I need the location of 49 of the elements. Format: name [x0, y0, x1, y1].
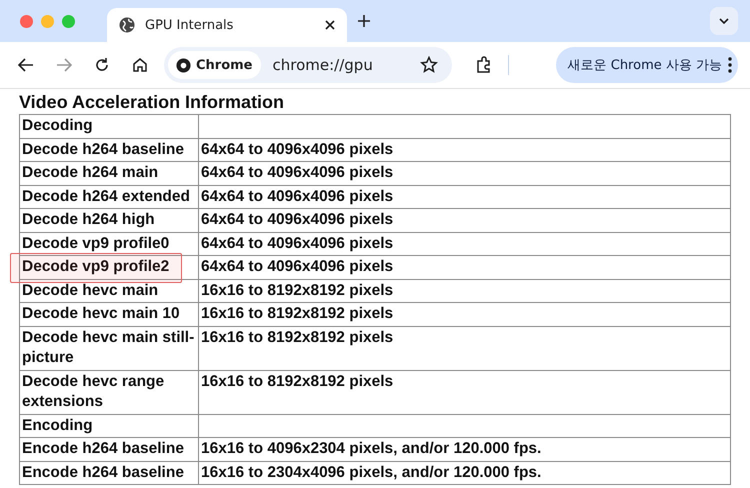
- address-bar[interactable]: Chrome chrome://gpu: [164, 47, 452, 83]
- table-cell: Decode hevc main 10: [20, 302, 198, 326]
- table-cell: Encode h264 baseline: [20, 438, 198, 461]
- close-window-icon: [20, 14, 33, 28]
- table-cell: 64x64 to 4096x4096 pixels: [198, 208, 730, 232]
- minimize-window-icon: [41, 14, 54, 28]
- table-cell: 64x64 to 4096x4096 pixels: [198, 138, 730, 162]
- bookmark-star-icon[interactable]: [420, 56, 438, 74]
- puzzle-piece-icon: [475, 56, 493, 74]
- chrome-logo-icon: [176, 58, 191, 72]
- table-cell: 64x64 to 4096x4096 pixels: [198, 162, 730, 185]
- table-cell: Encode h264 baseline: [20, 461, 198, 484]
- more-menu-icon: [728, 57, 732, 73]
- plus-icon: [357, 14, 371, 28]
- section-label: Decoding: [20, 114, 198, 138]
- home-icon: [132, 57, 148, 73]
- table-cell: 64x64 to 4096x4096 pixels: [198, 232, 730, 256]
- table-cell: 16x16 to 8192x8192 pixels: [198, 326, 730, 370]
- table-cell: Decode hevc main still-picture: [20, 326, 198, 370]
- table-cell: 64x64 to 4096x4096 pixels: [198, 256, 730, 279]
- chevron-down-icon: [719, 18, 729, 24]
- table-cell: 16x16 to 8192x8192 pixels: [198, 302, 730, 326]
- table-cell: 16x16 to 2304x4096 pixels, and/or 120.000 fps.: [198, 461, 730, 484]
- table-cell: Decode h264 high: [20, 208, 198, 232]
- reload-icon: [94, 57, 110, 73]
- table-cell: 16x16 to 8192x8192 pixels: [198, 370, 730, 414]
- new-tab-button[interactable]: [357, 14, 371, 28]
- url-text: chrome://gpu: [272, 56, 374, 74]
- table-cell: Decode h264 main: [20, 162, 198, 185]
- tab-title: GPU Internals: [145, 18, 234, 32]
- update-chrome-button[interactable]: 새로운 Chrome 사용 가능: [556, 47, 738, 83]
- close-icon[interactable]: [325, 20, 335, 30]
- table-cell: 16x16 to 8192x8192 pixels: [198, 279, 730, 302]
- table-cell: 64x64 to 4096x4096 pixels: [198, 185, 730, 208]
- table-cell: Decode vp9 profile0: [20, 232, 198, 256]
- browser-tab[interactable]: GPU Internals: [107, 8, 347, 42]
- zoom-window-icon: [62, 14, 75, 28]
- forward-arrow-icon: [56, 58, 72, 72]
- site-chip[interactable]: Chrome: [168, 51, 261, 79]
- table-cell: Decode hevc main: [20, 279, 198, 302]
- table-cell: 16x16 to 4096x2304 pixels, and/or 120.000 fps.: [198, 438, 730, 461]
- section-heading: Video Acceleration Information: [19, 92, 286, 113]
- section-label: Encoding: [20, 414, 198, 438]
- back-arrow-icon: [18, 58, 34, 72]
- table-cell: Decode h264 extended: [20, 185, 198, 208]
- table-cell: Decode hevc range extensions: [20, 370, 198, 414]
- tab-search-button[interactable]: [710, 7, 738, 35]
- globe-icon: [119, 17, 135, 33]
- table-cell: Decode h264 baseline: [20, 138, 198, 162]
